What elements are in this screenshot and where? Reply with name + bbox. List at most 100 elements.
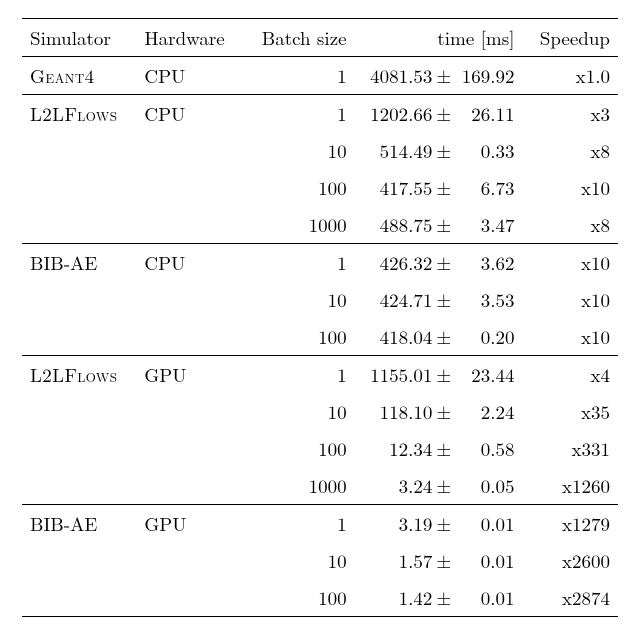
- table-row: 10012.34±0.58x331: [22, 430, 618, 467]
- col-batch: Batch size: [243, 19, 355, 57]
- plus-minus-icon: ±: [432, 57, 455, 95]
- cell-time-err: 23.44: [455, 356, 522, 394]
- cell-time-mean: 1.57: [355, 542, 433, 579]
- cell-speedup: x1260: [522, 467, 618, 505]
- cell-hardware: [136, 542, 243, 579]
- cell-time-mean: 514.49: [355, 132, 433, 169]
- cell-time-mean: 4081.53: [355, 57, 433, 95]
- cell-simulator: BIB-AE: [22, 244, 136, 282]
- cell-time-err: 3.53: [455, 281, 522, 318]
- plus-minus-icon: ±: [432, 467, 455, 505]
- plus-minus-icon: ±: [432, 206, 455, 244]
- cell-time-err: 0.33: [455, 132, 522, 169]
- table-row: BIB-AECPU1426.32±3.62x10: [22, 244, 618, 282]
- cell-time-err: 26.11: [455, 95, 522, 133]
- cell-speedup: x35: [522, 393, 618, 430]
- cell-hardware: GPU: [136, 505, 243, 543]
- cell-simulator: [22, 467, 136, 505]
- cell-batch: 10: [243, 393, 355, 430]
- cell-time-mean: 1.42: [355, 579, 433, 617]
- cell-time-mean: 488.75: [355, 206, 433, 244]
- cell-speedup: x10: [522, 318, 618, 356]
- cell-simulator: Geant4: [22, 57, 136, 95]
- cell-simulator: [22, 132, 136, 169]
- table-row: 10003.24±0.05x1260: [22, 467, 618, 505]
- cell-simulator: [22, 318, 136, 356]
- cell-time-mean: 418.04: [355, 318, 433, 356]
- cell-batch: 100: [243, 318, 355, 356]
- cell-time-mean: 3.19: [355, 505, 433, 543]
- cell-speedup: x10: [522, 244, 618, 282]
- cell-hardware: GPU: [136, 356, 243, 394]
- plus-minus-icon: ±: [432, 579, 455, 617]
- cell-hardware: [136, 467, 243, 505]
- plus-minus-icon: ±: [432, 95, 455, 133]
- cell-speedup: x1279: [522, 505, 618, 543]
- cell-hardware: CPU: [136, 95, 243, 133]
- cell-speedup: x3: [522, 95, 618, 133]
- cell-simulator: L2LFlows: [22, 356, 136, 394]
- benchmark-table: Simulator Hardware Batch size time [ms] …: [22, 18, 618, 617]
- cell-time-err: 0.01: [455, 505, 522, 543]
- cell-batch: 1000: [243, 206, 355, 244]
- cell-time-err: 6.73: [455, 169, 522, 206]
- cell-time-err: 0.01: [455, 542, 522, 579]
- col-hardware: Hardware: [136, 19, 243, 57]
- cell-time-err: 3.62: [455, 244, 522, 282]
- plus-minus-icon: ±: [432, 244, 455, 282]
- cell-speedup: x10: [522, 281, 618, 318]
- plus-minus-icon: ±: [432, 393, 455, 430]
- cell-hardware: [136, 430, 243, 467]
- cell-time-err: 0.05: [455, 467, 522, 505]
- table-row: 1001.42±0.01x2874: [22, 579, 618, 617]
- plus-minus-icon: ±: [432, 430, 455, 467]
- table-row: 10424.71±3.53x10: [22, 281, 618, 318]
- cell-batch: 10: [243, 542, 355, 579]
- plus-minus-icon: ±: [432, 356, 455, 394]
- cell-simulator: [22, 542, 136, 579]
- cell-time-err: 0.58: [455, 430, 522, 467]
- plus-minus-icon: ±: [432, 169, 455, 206]
- cell-time-err: 3.47: [455, 206, 522, 244]
- col-speedup: Speedup: [522, 19, 618, 57]
- cell-time-mean: 1202.66: [355, 95, 433, 133]
- cell-time-mean: 118.10: [355, 393, 433, 430]
- col-simulator: Simulator: [22, 19, 136, 57]
- cell-time-mean: 12.34: [355, 430, 433, 467]
- plus-minus-icon: ±: [432, 505, 455, 543]
- cell-speedup: x2600: [522, 542, 618, 579]
- cell-simulator: [22, 430, 136, 467]
- cell-simulator: [22, 281, 136, 318]
- cell-speedup: x331: [522, 430, 618, 467]
- plus-minus-icon: ±: [432, 318, 455, 356]
- cell-hardware: [136, 206, 243, 244]
- cell-batch: 1: [243, 95, 355, 133]
- cell-batch: 1: [243, 356, 355, 394]
- cell-hardware: [136, 318, 243, 356]
- table-row: BIB-AEGPU13.19±0.01x1279: [22, 505, 618, 543]
- cell-time-mean: 1155.01: [355, 356, 433, 394]
- cell-speedup: x8: [522, 206, 618, 244]
- cell-batch: 1: [243, 244, 355, 282]
- cell-speedup: x8: [522, 132, 618, 169]
- cell-speedup: x1.0: [522, 57, 618, 95]
- cell-speedup: x4: [522, 356, 618, 394]
- table-row: 101.57±0.01x2600: [22, 542, 618, 579]
- table-row: 100418.04±0.20x10: [22, 318, 618, 356]
- table-row: L2LFlowsGPU11155.01±23.44x4: [22, 356, 618, 394]
- cell-simulator: [22, 579, 136, 617]
- cell-time-mean: 3.24: [355, 467, 433, 505]
- cell-time-err: 2.24: [455, 393, 522, 430]
- cell-time-err: 0.01: [455, 579, 522, 617]
- cell-batch: 1: [243, 57, 355, 95]
- table-row: 1000488.75±3.47x8: [22, 206, 618, 244]
- cell-speedup: x2874: [522, 579, 618, 617]
- table-row: Geant4CPU14081.53±169.92x1.0: [22, 57, 618, 95]
- cell-hardware: [136, 579, 243, 617]
- cell-hardware: CPU: [136, 244, 243, 282]
- cell-batch: 10: [243, 281, 355, 318]
- table-row: 100417.55±6.73x10: [22, 169, 618, 206]
- cell-time-mean: 417.55: [355, 169, 433, 206]
- cell-time-mean: 424.71: [355, 281, 433, 318]
- cell-simulator: [22, 393, 136, 430]
